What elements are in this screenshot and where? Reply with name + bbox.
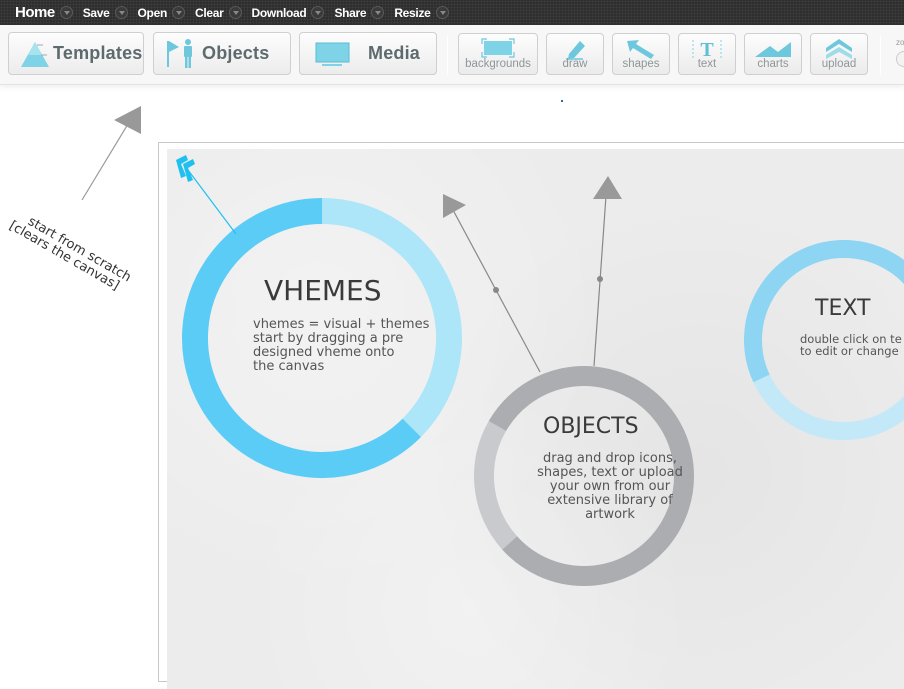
shapes-label: shapes — [622, 58, 660, 70]
pencil-icon — [566, 41, 585, 60]
arrow-shape-icon — [627, 40, 654, 59]
text-label: text — [697, 58, 717, 70]
chevron-down-icon[interactable] — [171, 6, 185, 19]
backgrounds-button[interactable]: backgrounds — [458, 33, 538, 75]
chevron-down-icon[interactable] — [371, 6, 385, 19]
monitor-icon — [315, 42, 350, 66]
clear-canvas-hint: start from scratch [clears the canvas] — [7, 208, 134, 296]
objects-title[interactable]: OBJECTS — [543, 414, 639, 439]
objects-button[interactable]: Objects — [153, 32, 291, 75]
menu-download[interactable]: Download — [252, 6, 325, 20]
templates-button[interactable]: Templates — [8, 32, 144, 75]
cursor-dot — [561, 100, 563, 102]
top-menu-bar: Home Save Open Clear Download Share Resi… — [0, 0, 904, 25]
chevron-down-icon[interactable] — [311, 6, 325, 19]
menu-open-label: Open — [137, 5, 168, 20]
menu-clear-label: Clear — [194, 5, 224, 20]
chevron-down-icon[interactable] — [435, 6, 449, 19]
upload-label: upload — [821, 58, 857, 70]
vhemes-description[interactable]: vhemes = visual + themes start by draggi… — [253, 318, 429, 374]
menu-download-label: Download — [251, 5, 307, 20]
toolbar-divider — [880, 35, 881, 75]
chevron-down-icon[interactable] — [228, 6, 242, 19]
charts-label: charts — [757, 58, 789, 70]
menu-resize[interactable]: Resize — [394, 5, 449, 20]
vhemes-title[interactable]: VHEMES — [264, 274, 382, 307]
svg-text:T: T — [700, 39, 714, 60]
menu-share-label: Share — [334, 5, 367, 20]
toolbar-divider — [447, 35, 448, 75]
background-frame-icon — [481, 38, 515, 58]
media-label: Media — [368, 43, 421, 63]
hint-arrow-line — [81, 123, 129, 201]
menu-save[interactable]: Save — [83, 6, 128, 20]
menu-clear[interactable]: Clear — [195, 6, 242, 20]
chevron-down-icon[interactable] — [114, 6, 128, 19]
upload-button[interactable]: upload — [810, 33, 868, 75]
menu-save-label: Save — [82, 5, 110, 20]
canvas[interactable] — [167, 149, 904, 689]
menu-home[interactable]: Home — [15, 4, 73, 21]
charts-button[interactable]: charts — [744, 33, 802, 75]
chevron-down-icon[interactable] — [59, 6, 73, 19]
menu-home-label: Home — [15, 4, 55, 21]
text-description[interactable]: double click on te to edit or change — [800, 333, 902, 357]
text-title[interactable]: TEXT — [815, 296, 870, 321]
templates-label: Templates — [53, 43, 143, 63]
text-button[interactable]: T text — [678, 33, 736, 75]
toolbar: Templates Objects Media backgrounds draw… — [0, 25, 904, 85]
menu-share[interactable]: Share — [334, 5, 385, 20]
zoom-label: zo — [896, 38, 904, 47]
objects-description[interactable]: drag and drop icons, shapes, text or upl… — [526, 452, 694, 522]
shapes-button[interactable]: shapes — [612, 33, 670, 75]
area-chart-icon — [755, 42, 791, 57]
upload-chevron-icon — [826, 39, 852, 59]
objects-label: Objects — [202, 43, 270, 63]
media-button[interactable]: Media — [299, 32, 437, 75]
zoom-control[interactable] — [896, 51, 904, 67]
menu-resize-label: Resize — [394, 5, 431, 20]
draw-label: draw — [562, 58, 588, 70]
draw-button[interactable]: draw — [546, 33, 604, 75]
pyramid-chart-icon — [21, 41, 49, 67]
hint-arrow-head — [114, 106, 141, 134]
text-t-icon: T — [692, 39, 722, 60]
menu-open[interactable]: Open — [138, 6, 185, 20]
backgrounds-label: backgrounds — [465, 58, 531, 70]
flag-person-icon — [167, 38, 192, 68]
